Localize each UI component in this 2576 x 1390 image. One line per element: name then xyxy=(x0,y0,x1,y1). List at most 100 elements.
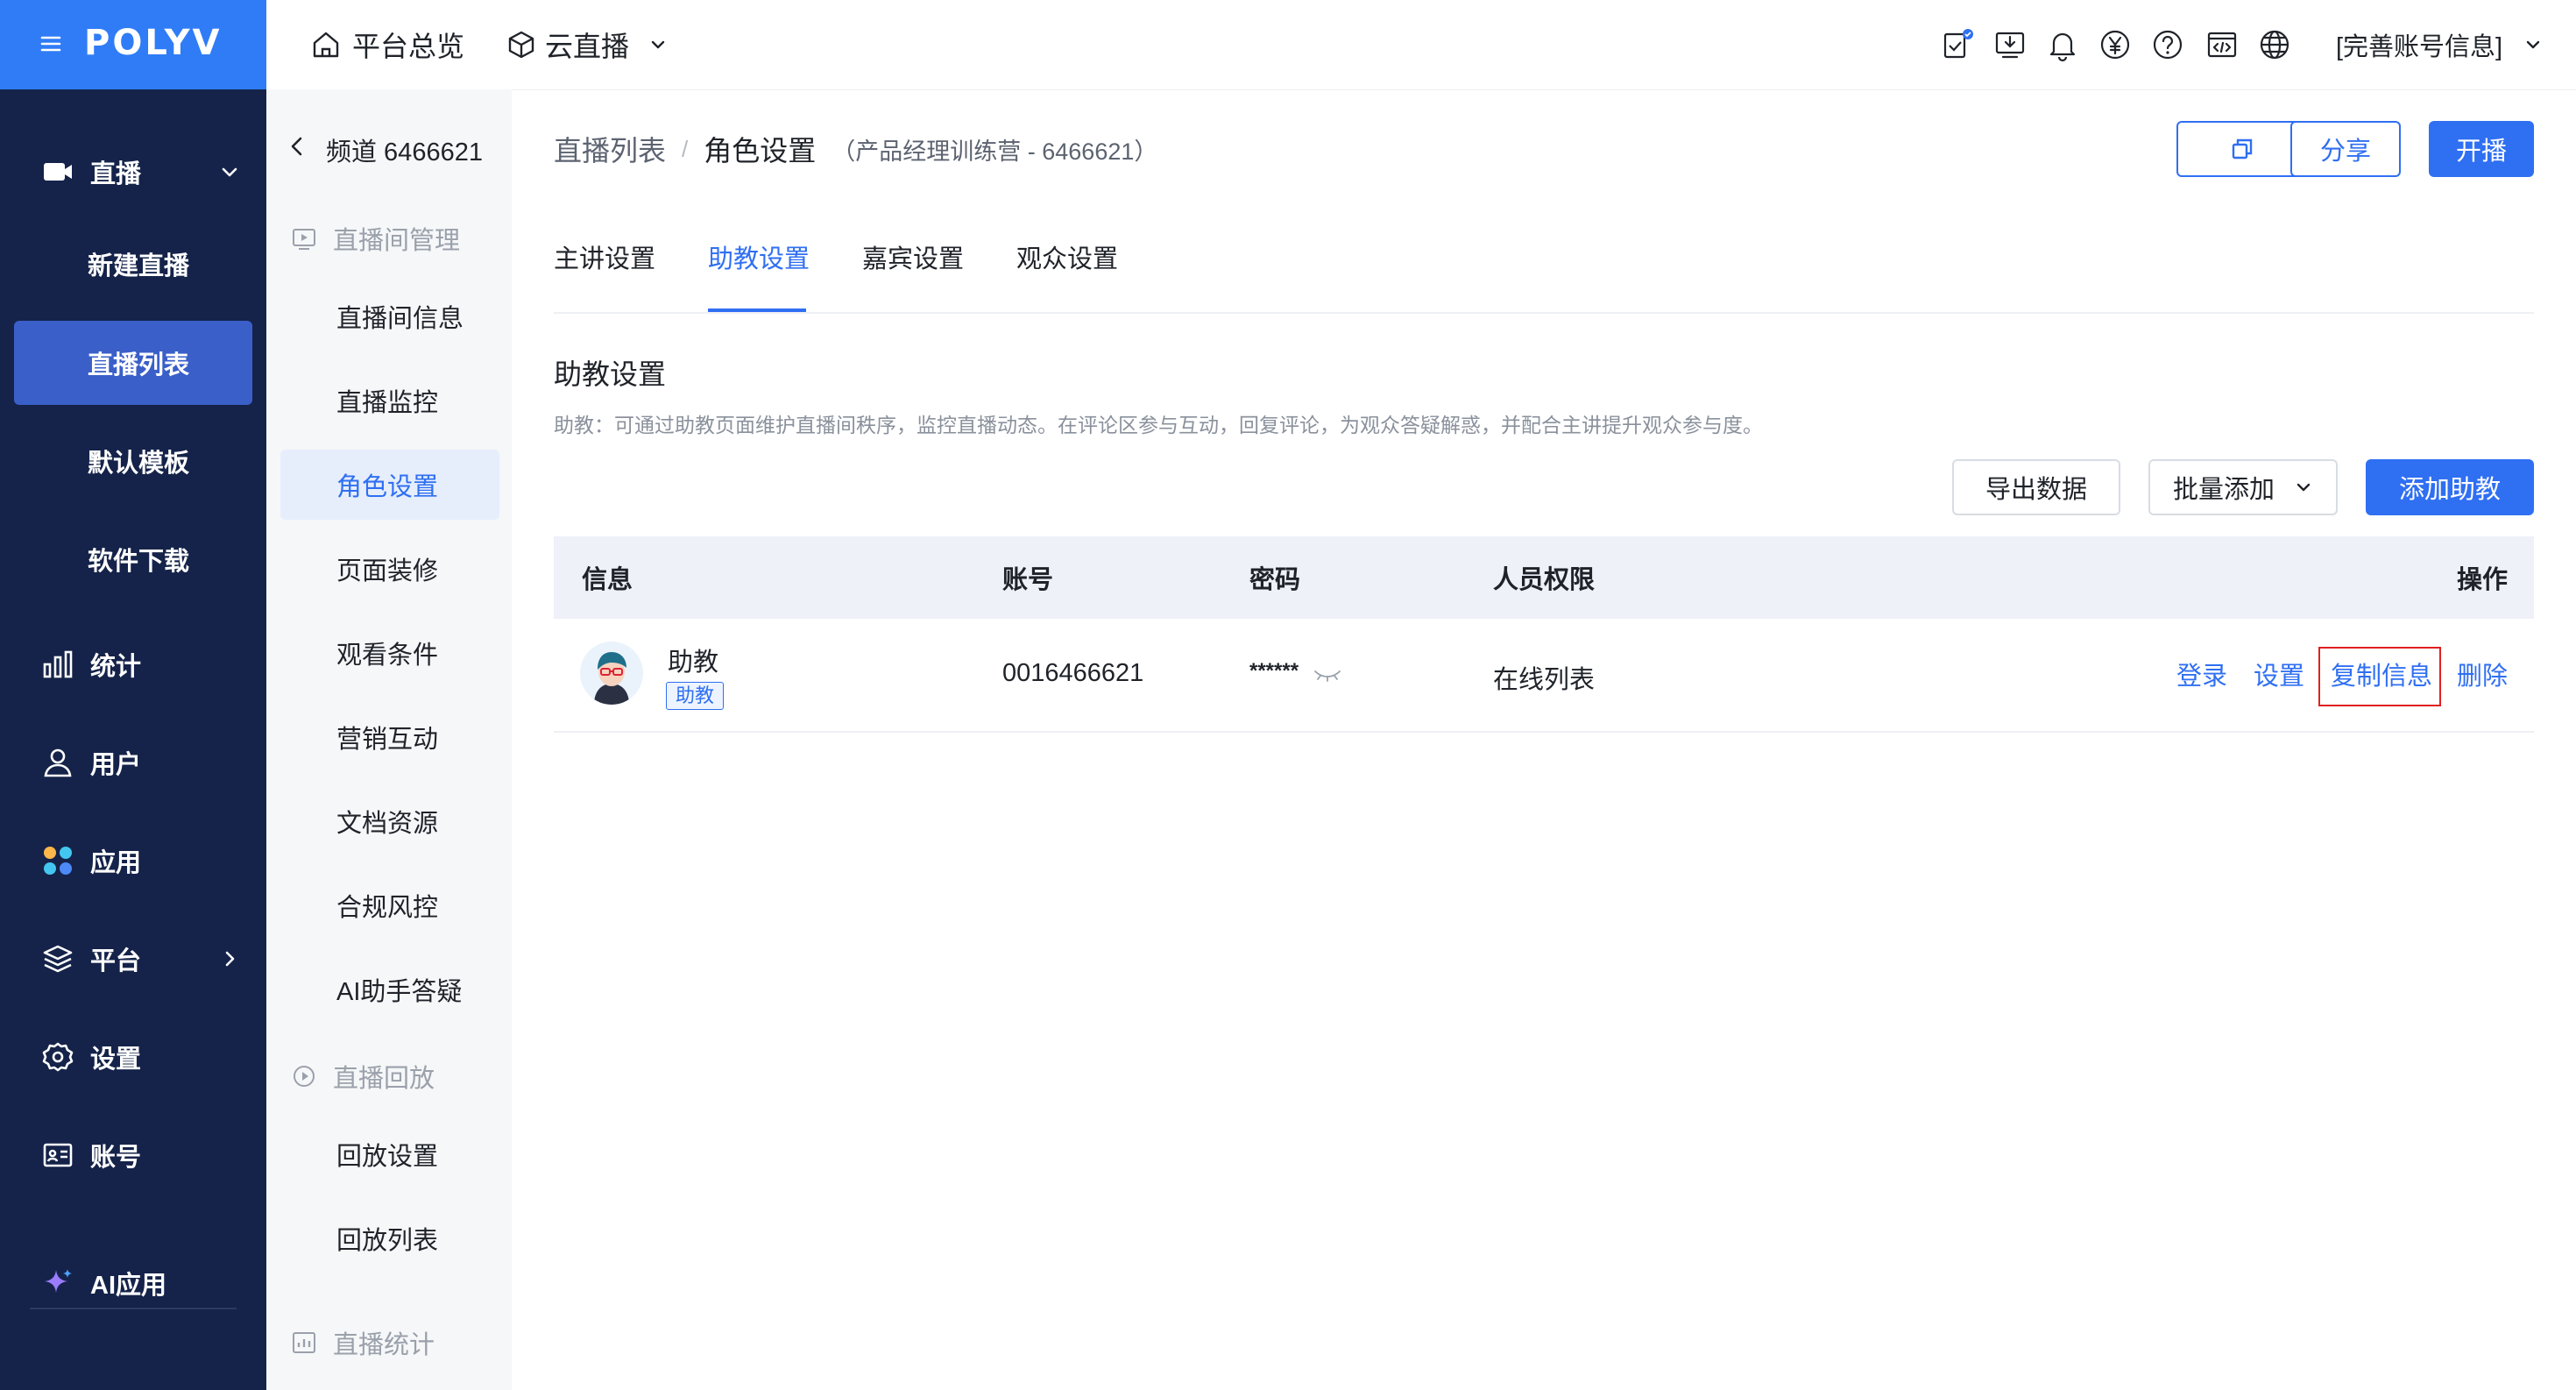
stats-icon xyxy=(291,1330,317,1356)
sidebar-item-users[interactable]: 用户 xyxy=(0,715,266,810)
layers-icon xyxy=(42,943,74,975)
subnav-item-label: 文档资源 xyxy=(336,810,439,838)
help-icon[interactable] xyxy=(2150,27,2185,62)
subnav-item-documents[interactable]: 文档资源 xyxy=(280,786,499,856)
eye-closed-icon[interactable] xyxy=(1313,664,1342,684)
subnav-item-room-info[interactable]: 直播间信息 xyxy=(280,281,499,351)
sidebar-item-label: 新建直播 xyxy=(88,252,190,280)
batch-add-label: 批量添加 xyxy=(2172,476,2275,504)
col-info: 信息 xyxy=(582,566,633,594)
breadcrumb-parent[interactable]: 直播列表 xyxy=(554,129,666,169)
group-label: 直播回放 xyxy=(333,1065,435,1093)
breadcrumb-separator: / xyxy=(682,135,689,162)
section-description: 助教：可通过助教页面维护直播间秩序，监控直播动态。在评论区参与互动，回复评论，为… xyxy=(554,414,1763,436)
sidebar-item-label: 默认模板 xyxy=(88,450,190,478)
subnav-item-roles[interactable]: 角色设置 xyxy=(280,450,499,520)
subnav-item-playback-list[interactable]: 回放列表 xyxy=(280,1203,499,1273)
password-value: ****** xyxy=(1249,659,1299,683)
tab-guest-settings[interactable]: 嘉宾设置 xyxy=(862,238,964,275)
share-button[interactable]: 分享 xyxy=(2290,121,2401,177)
account-menu[interactable]: [完善账号信息] xyxy=(2336,0,2543,89)
gear-icon xyxy=(42,1041,74,1073)
add-assistant-button[interactable]: 添加助教 xyxy=(2366,459,2534,515)
sidebar-item-new-live[interactable]: 新建直播 xyxy=(14,222,252,306)
sidebar-item-label: 直播 xyxy=(90,160,142,188)
sidebar-item-settings[interactable]: 设置 xyxy=(0,1010,266,1104)
breadcrumb: 直播列表 / 角色设置 （产品经理训练营 - 6466621） xyxy=(554,130,1157,168)
sidebar-item-account[interactable]: 账号 xyxy=(0,1108,266,1202)
subnav-item-label: 直播监控 xyxy=(336,389,439,417)
copy-link-button[interactable] xyxy=(2176,121,2308,177)
nav-product[interactable]: 云直播 xyxy=(506,0,668,89)
subnav-item-monitor[interactable]: 直播监控 xyxy=(280,365,499,436)
sidebar-item-platform[interactable]: 平台 xyxy=(0,911,266,1006)
chevron-right-icon xyxy=(217,947,242,971)
tab-host-settings[interactable]: 主讲设置 xyxy=(554,238,655,275)
bell-icon[interactable] xyxy=(2045,27,2080,62)
sidebar-item-label: AI应用 xyxy=(90,1272,167,1300)
user-icon xyxy=(42,747,74,778)
nav-home-label: 平台总览 xyxy=(352,31,465,62)
group-label: 直播间管理 xyxy=(333,227,461,255)
copy-info-link[interactable]: 复制信息 xyxy=(2331,656,2432,692)
col-password: 密码 xyxy=(1249,566,1301,594)
main-sidebar: 直播 新建直播 直播列表 默认模板 软件下载 统计 用户 应用 平台 设置 账号… xyxy=(0,89,266,1390)
group-live-room: 直播间管理 xyxy=(291,221,460,256)
subnav-item-playback-settings[interactable]: 回放设置 xyxy=(280,1119,499,1189)
group-playback: 直播回放 xyxy=(291,1059,435,1094)
back-button[interactable] xyxy=(284,133,310,160)
account-label: [完善账号信息] xyxy=(2336,33,2503,61)
tab-assistant-settings[interactable]: 助教设置 xyxy=(708,238,810,275)
hamburger-icon[interactable] xyxy=(39,32,63,56)
subnav-item-marketing[interactable]: 营销互动 xyxy=(280,702,499,772)
subnav-item-label: 回放列表 xyxy=(336,1227,439,1255)
channel-title: 频道 6466621 xyxy=(326,138,483,167)
subnav-item-label: 直播间信息 xyxy=(336,305,464,333)
breadcrumb-meta: （产品经理训练营 - 6466621） xyxy=(832,138,1158,165)
sidebar-item-label: 软件下载 xyxy=(88,548,190,576)
sidebar-item-stats[interactable]: 统计 xyxy=(0,617,266,712)
task-check-icon[interactable] xyxy=(1940,27,1975,62)
channel-sidebar: 频道 6466621 直播间管理 直播间信息 直播监控 角色设置 页面装修 观看… xyxy=(266,89,512,1390)
subnav-item-decoration[interactable]: 页面装修 xyxy=(280,534,499,604)
avatar xyxy=(580,642,643,705)
polyv-logo[interactable]: POLYV xyxy=(84,21,223,65)
logo-bar: POLYV xyxy=(0,0,266,89)
section-title: 助教设置 xyxy=(554,358,667,390)
sidebar-item-live[interactable]: 直播 xyxy=(0,124,266,219)
globe-icon[interactable] xyxy=(2257,27,2292,62)
code-icon[interactable] xyxy=(2204,27,2240,62)
delete-link[interactable]: 删除 xyxy=(2457,656,2508,692)
subnav-item-ai-assistant[interactable]: AI助手答疑 xyxy=(280,954,499,1025)
subnav-item-label: 观看条件 xyxy=(336,642,439,670)
nav-home[interactable]: 平台总览 xyxy=(310,0,464,89)
role-tag: 助教 xyxy=(666,682,725,710)
sidebar-item-ai[interactable]: AI应用 xyxy=(0,1236,266,1330)
sidebar-item-default-template[interactable]: 默认模板 xyxy=(14,419,252,503)
sidebar-item-label: 用户 xyxy=(90,751,142,779)
top-header: 平台总览 云直播 [完善账号信息] xyxy=(266,0,2576,90)
sidebar-item-software-download[interactable]: 软件下载 xyxy=(14,517,252,601)
settings-link[interactable]: 设置 xyxy=(2254,656,2304,692)
subnav-item-watch-conditions[interactable]: 观看条件 xyxy=(280,618,499,688)
group-stats: 直播统计 xyxy=(291,1325,435,1360)
sidebar-item-apps[interactable]: 应用 xyxy=(0,813,266,908)
apps-icon xyxy=(42,845,74,876)
chevron-down-icon xyxy=(2294,478,2313,497)
subnav-item-label: 营销互动 xyxy=(336,726,439,754)
batch-add-dropdown[interactable]: 批量添加 xyxy=(2148,459,2338,515)
start-live-button[interactable]: 开播 xyxy=(2429,121,2534,177)
tab-audience-settings[interactable]: 观众设置 xyxy=(1016,238,1118,275)
download-icon[interactable] xyxy=(1992,27,2028,62)
sidebar-item-label: 统计 xyxy=(90,653,142,681)
login-link[interactable]: 登录 xyxy=(2176,656,2227,692)
table-header: 信息 账号 密码 人员权限 操作 xyxy=(554,536,2534,619)
sidebar-item-live-list[interactable]: 直播列表 xyxy=(14,321,252,405)
export-data-button[interactable]: 导出数据 xyxy=(1952,459,2120,515)
breadcrumb-current: 角色设置 xyxy=(704,135,817,167)
subnav-item-compliance[interactable]: 合规风控 xyxy=(280,870,499,940)
assistant-name: 助教 xyxy=(668,649,719,677)
video-camera-icon xyxy=(42,156,74,188)
yen-icon[interactable] xyxy=(2098,27,2133,62)
permission-value: 在线列表 xyxy=(1493,666,1596,694)
